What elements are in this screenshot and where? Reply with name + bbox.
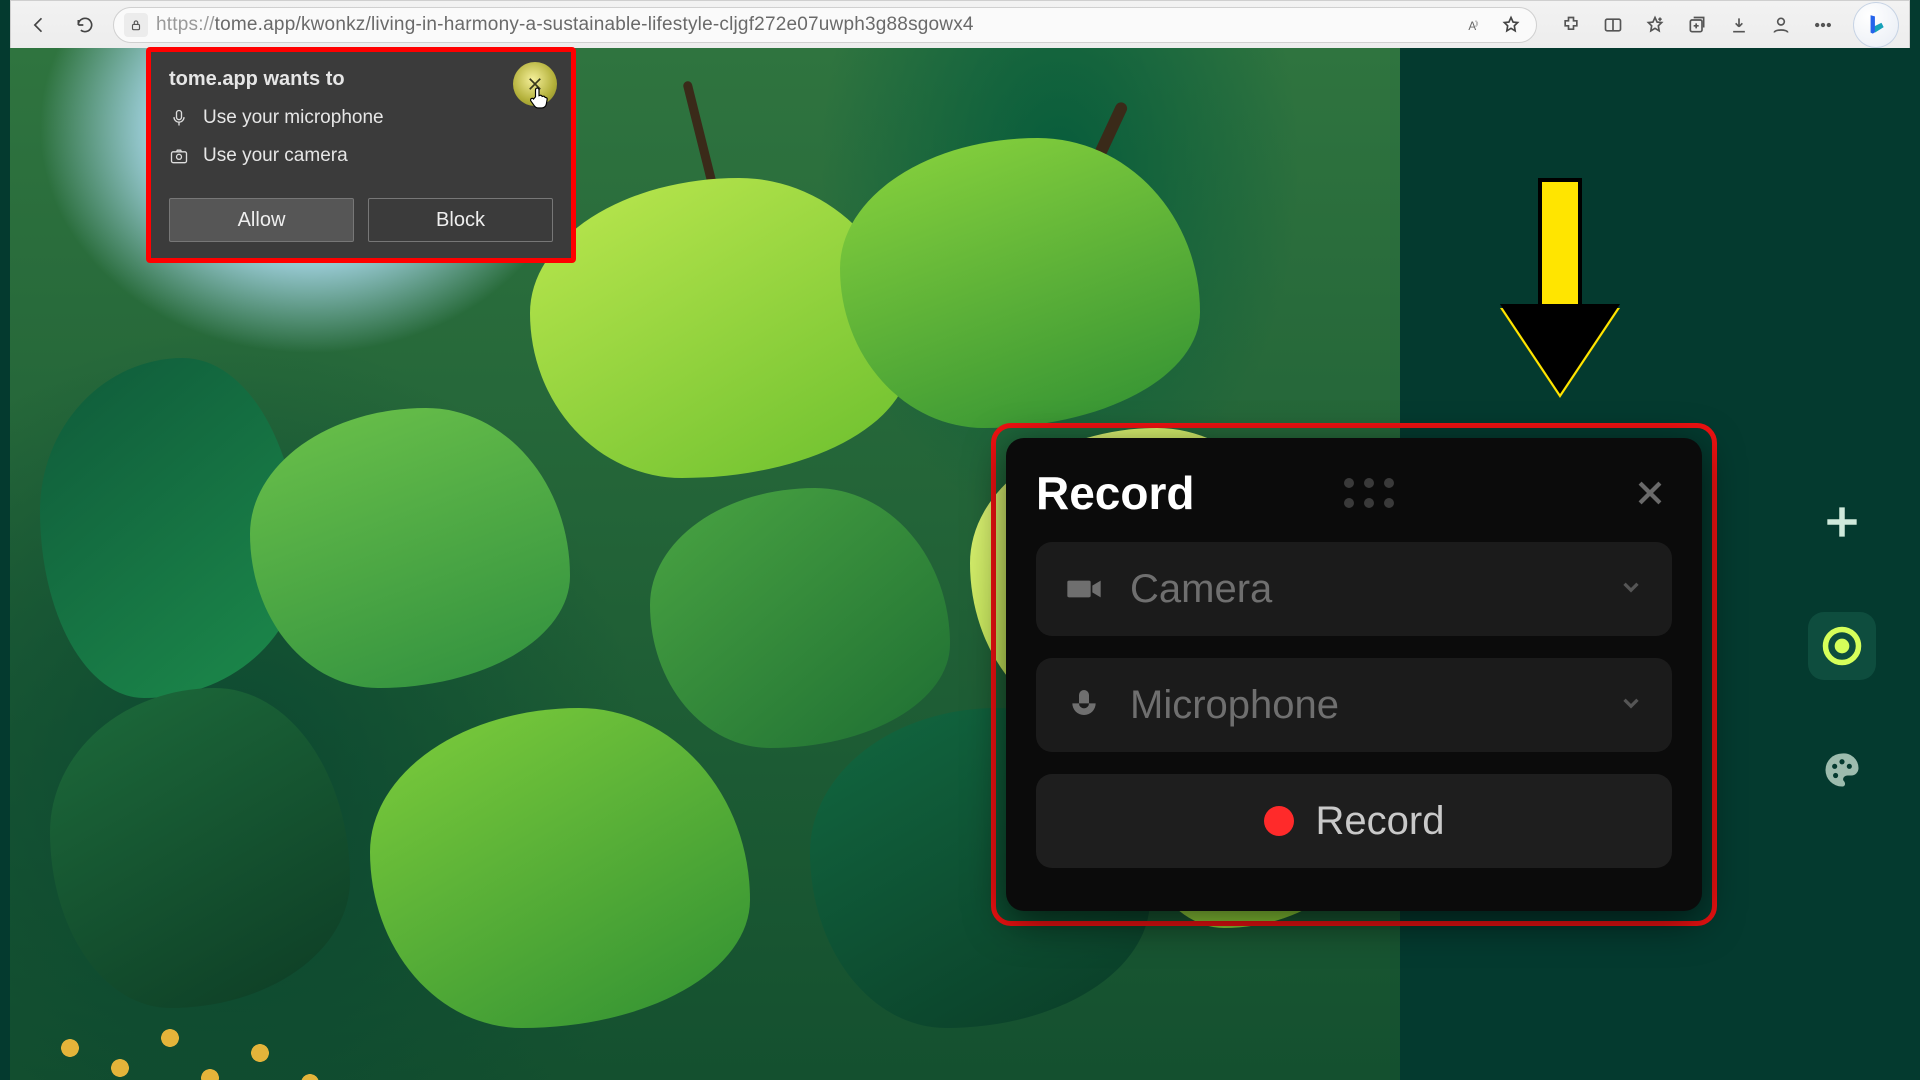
theme-button[interactable] bbox=[1808, 736, 1876, 804]
split-screen-button[interactable] bbox=[1595, 7, 1631, 43]
palette-icon bbox=[1820, 748, 1864, 792]
profile-button[interactable] bbox=[1763, 7, 1799, 43]
permission-mic-row: Use your microphone bbox=[169, 107, 553, 129]
record-dot-icon bbox=[1264, 806, 1294, 836]
bing-icon bbox=[1863, 12, 1889, 38]
chevron-down-icon bbox=[1618, 690, 1644, 721]
permission-close-button[interactable] bbox=[513, 62, 557, 106]
permission-dialog-title: tome.app wants to bbox=[169, 68, 553, 91]
download-icon bbox=[1729, 15, 1749, 35]
close-icon bbox=[1633, 476, 1667, 510]
browser-toolbar: https://tome.app/kwonkz/living-in-harmon… bbox=[10, 0, 1910, 48]
record-panel-highlight: Record Camera Microphone Rec bbox=[991, 423, 1717, 926]
microphone-icon bbox=[1064, 685, 1104, 725]
downloads-button[interactable] bbox=[1721, 7, 1757, 43]
permission-cam-label: Use your camera bbox=[203, 145, 348, 167]
arrow-left-icon bbox=[29, 15, 49, 35]
extensions-button[interactable] bbox=[1553, 7, 1589, 43]
record-circle-icon bbox=[1820, 624, 1864, 668]
back-button[interactable] bbox=[21, 7, 57, 43]
record-panel-title: Record bbox=[1036, 466, 1194, 520]
right-toolbar bbox=[1808, 488, 1876, 804]
add-button[interactable] bbox=[1808, 488, 1876, 556]
permission-dialog: tome.app wants to Use your microphone Us… bbox=[151, 52, 571, 258]
refresh-icon bbox=[75, 15, 95, 35]
permission-block-button[interactable]: Block bbox=[368, 198, 553, 242]
favorites-button[interactable] bbox=[1637, 7, 1673, 43]
record-panel-close-button[interactable] bbox=[1628, 471, 1672, 515]
microphone-select-label: Microphone bbox=[1130, 683, 1339, 728]
record-panel: Record Camera Microphone Rec bbox=[1006, 438, 1702, 911]
svg-text:》: 》 bbox=[1475, 19, 1482, 27]
collections-icon bbox=[1687, 15, 1707, 35]
permission-allow-button[interactable]: Allow bbox=[169, 198, 354, 242]
read-aloud-icon[interactable]: A》 bbox=[1460, 10, 1490, 40]
camera-select[interactable]: Camera bbox=[1036, 542, 1672, 636]
puzzle-icon bbox=[1561, 15, 1581, 35]
camera-icon bbox=[1064, 569, 1104, 609]
camera-select-label: Camera bbox=[1130, 567, 1272, 612]
permission-dialog-highlight: tome.app wants to Use your microphone Us… bbox=[146, 47, 576, 263]
collections-button[interactable] bbox=[1679, 7, 1715, 43]
permission-cam-row: Use your camera bbox=[169, 145, 553, 167]
star-plus-icon bbox=[1645, 15, 1665, 35]
start-record-label: Record bbox=[1316, 799, 1445, 844]
refresh-button[interactable] bbox=[67, 7, 103, 43]
camera-icon bbox=[169, 146, 189, 166]
split-icon bbox=[1603, 15, 1623, 35]
record-tool-button[interactable] bbox=[1808, 612, 1876, 680]
site-lock-icon bbox=[124, 13, 148, 37]
chevron-down-icon bbox=[1618, 574, 1644, 605]
microphone-select[interactable]: Microphone bbox=[1036, 658, 1672, 752]
address-bar[interactable]: https://tome.app/kwonkz/living-in-harmon… bbox=[113, 7, 1537, 43]
microphone-icon bbox=[169, 108, 189, 128]
more-button[interactable] bbox=[1805, 7, 1841, 43]
annotation-arrow bbox=[1500, 178, 1620, 408]
bing-chat-button[interactable] bbox=[1853, 2, 1899, 48]
person-icon bbox=[1771, 15, 1791, 35]
ellipsis-icon bbox=[1813, 15, 1833, 35]
start-record-button[interactable]: Record bbox=[1036, 774, 1672, 868]
plus-icon bbox=[1820, 500, 1864, 544]
url-text: https://tome.app/kwonkz/living-in-harmon… bbox=[156, 14, 974, 36]
close-icon bbox=[526, 75, 544, 93]
favorite-star-icon[interactable] bbox=[1496, 10, 1526, 40]
browser-actions bbox=[1553, 2, 1899, 48]
drag-handle-icon[interactable] bbox=[1344, 478, 1394, 508]
permission-mic-label: Use your microphone bbox=[203, 107, 384, 129]
